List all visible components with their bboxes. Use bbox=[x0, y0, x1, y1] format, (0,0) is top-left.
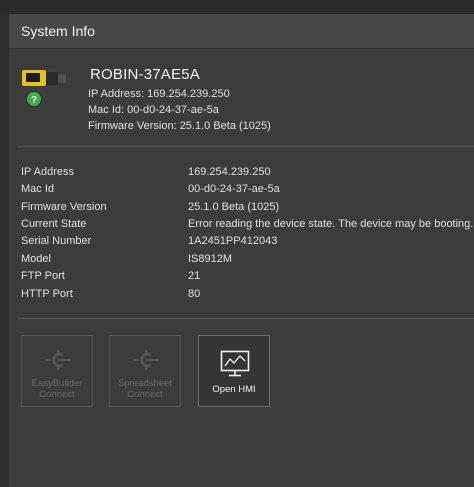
camera-device-icon: ? bbox=[22, 69, 66, 107]
info-row-http: HTTP Port 80 bbox=[21, 288, 461, 305]
device-firmware-line: Firmware Version: 25.1.0 Beta (1025) bbox=[88, 120, 271, 132]
easybuilder-label-line1: EasyBuilder bbox=[31, 378, 83, 389]
info-label: Mac Id bbox=[21, 183, 55, 195]
easybuilder-label-line2: Connect bbox=[39, 389, 75, 400]
open-hmi-button[interactable]: Open HMI bbox=[198, 335, 270, 407]
info-label: HTTP Port bbox=[21, 288, 73, 300]
info-value: 00-d0-24-37-ae-5a bbox=[188, 183, 280, 195]
device-ip-line: IP Address: 169.254.239.250 bbox=[88, 88, 230, 100]
spreadsheet-label-line1: Spreadsheet bbox=[118, 378, 172, 389]
info-value: IS8912M bbox=[188, 253, 233, 265]
info-row-mac: Mac Id 00-d0-24-37-ae-5a bbox=[21, 183, 461, 200]
window-top-strip bbox=[0, 0, 474, 14]
info-label: FTP Port bbox=[21, 270, 65, 282]
info-value: 21 bbox=[188, 270, 201, 282]
panel-header: System Info bbox=[9, 14, 474, 49]
info-value: Error reading the device state. The devi… bbox=[188, 218, 474, 230]
info-label: Serial Number bbox=[21, 235, 92, 247]
connect-plug-icon bbox=[133, 350, 159, 370]
open-hmi-label: Open HMI bbox=[212, 384, 256, 395]
info-label: Model bbox=[21, 253, 51, 265]
info-label: Current State bbox=[21, 218, 87, 230]
status-badge: ? bbox=[31, 95, 37, 106]
info-row-ftp: FTP Port 21 bbox=[21, 270, 461, 287]
info-label: Firmware Version bbox=[21, 201, 107, 213]
connect-plug-icon bbox=[45, 350, 71, 370]
device-name: ROBIN-37AE5A bbox=[90, 66, 200, 83]
easybuilder-connect-button[interactable]: EasyBuilder Connect bbox=[21, 335, 93, 407]
system-info-panel: System Info ? ROBIN-37AE5A IP Address: 1… bbox=[9, 14, 474, 487]
info-value: 169.254.239.250 bbox=[188, 166, 271, 178]
spreadsheet-label-line2: Connect bbox=[127, 389, 163, 400]
info-label: IP Address bbox=[21, 166, 74, 178]
info-row-model: Model IS8912M bbox=[21, 253, 461, 270]
info-row-serial: Serial Number 1A2451PP412043 bbox=[21, 235, 461, 252]
divider-top bbox=[18, 146, 474, 147]
panel-title: System Info bbox=[21, 23, 95, 39]
info-row-ip: IP Address 169.254.239.250 bbox=[21, 166, 461, 183]
divider-bottom bbox=[18, 318, 474, 319]
monitor-hmi-icon bbox=[220, 350, 250, 377]
info-row-state: Current State Error reading the device s… bbox=[21, 218, 473, 235]
spreadsheet-connect-button[interactable]: Spreadsheet Connect bbox=[109, 335, 181, 407]
device-mac-line: Mac Id: 00-d0-24-37-ae-5a bbox=[88, 104, 219, 116]
info-value: 25.1.0 Beta (1025) bbox=[188, 201, 280, 213]
info-value: 80 bbox=[188, 288, 201, 300]
info-value: 1A2451PP412043 bbox=[188, 235, 278, 247]
info-row-firmware: Firmware Version 25.1.0 Beta (1025) bbox=[21, 201, 461, 218]
